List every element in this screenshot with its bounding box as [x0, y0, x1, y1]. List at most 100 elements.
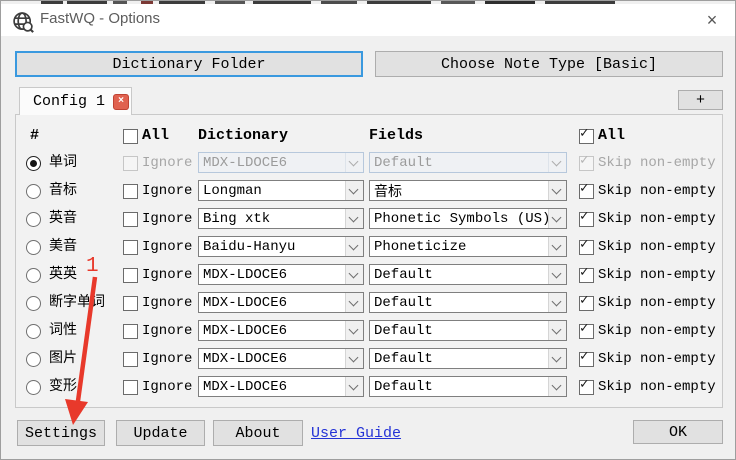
fields-select-value: 音标 — [374, 184, 402, 201]
fields-select-value: Default — [374, 322, 433, 339]
skip-checkbox[interactable] — [579, 294, 594, 311]
chevron-down-icon — [548, 209, 566, 228]
skip-checkbox[interactable] — [579, 378, 594, 395]
all-ignore-checkbox[interactable] — [123, 129, 138, 144]
chevron-down-icon — [548, 181, 566, 200]
row-radio[interactable] — [26, 156, 41, 171]
ignore-checkbox[interactable] — [123, 212, 138, 227]
row-label: 词性 — [49, 323, 77, 339]
fields-select[interactable]: Phonetic Symbols (US) — [369, 208, 567, 229]
skip-label: Skip non-empty — [598, 211, 716, 227]
ignore-checkbox[interactable] — [123, 184, 138, 199]
row-radio[interactable] — [26, 296, 41, 311]
fields-select[interactable]: Default — [369, 376, 567, 397]
dictionary-select[interactable]: Longman — [198, 180, 364, 201]
fields-select[interactable]: Default — [369, 292, 567, 313]
ignore-checkbox[interactable] — [123, 380, 138, 395]
fields-select[interactable]: Default — [369, 152, 567, 173]
chevron-down-icon — [345, 321, 363, 340]
table-row: 断字单词 Ignore MDX-LDOCE6 Default Skip non-… — [16, 289, 722, 317]
chevron-down-icon — [345, 349, 363, 368]
dictionary-select[interactable]: MDX-LDOCE6 — [198, 152, 364, 173]
tab-close-icon[interactable]: × — [113, 93, 130, 110]
user-guide-link[interactable]: User Guide — [311, 425, 401, 442]
fields-select[interactable]: 音标 — [369, 180, 567, 201]
skip-label: Skip non-empty — [598, 155, 716, 171]
skip-label: Skip non-empty — [598, 183, 716, 199]
column-header-dictionary: Dictionary — [198, 127, 289, 144]
fields-select[interactable]: Default — [369, 320, 567, 341]
ignore-checkbox[interactable] — [123, 352, 138, 367]
skip-checkbox[interactable] — [579, 322, 594, 339]
close-icon[interactable]: × — [699, 7, 725, 33]
chevron-down-icon — [345, 293, 363, 312]
row-radio[interactable] — [26, 268, 41, 283]
dictionary-select-value: MDX-LDOCE6 — [203, 322, 288, 339]
fastwq-options-window: FastWQ - Options × Dictionary Folder Cho… — [0, 0, 736, 460]
dictionary-select[interactable]: MDX-LDOCE6 — [198, 264, 364, 285]
skip-checkbox[interactable] — [579, 266, 594, 283]
fields-select[interactable]: Default — [369, 348, 567, 369]
row-radio[interactable] — [26, 184, 41, 199]
choose-note-type-button[interactable]: Choose Note Type [Basic] — [375, 51, 723, 77]
chevron-down-icon — [548, 321, 566, 340]
skip-checkbox[interactable] — [579, 238, 594, 255]
chevron-down-icon — [548, 293, 566, 312]
fields-select-value: Default — [374, 266, 433, 283]
tab-config-1[interactable]: Config 1 × — [19, 87, 132, 115]
dictionary-select[interactable]: MDX-LDOCE6 — [198, 320, 364, 341]
title-bar: FastWQ - Options × — [1, 4, 735, 36]
dictionary-select[interactable]: MDX-LDOCE6 — [198, 292, 364, 313]
skip-checkbox[interactable] — [579, 154, 594, 171]
ignore-label: Ignore — [142, 323, 193, 339]
ignore-checkbox[interactable] — [123, 240, 138, 255]
dictionary-select-value: Baidu-Hanyu — [203, 238, 296, 255]
add-config-tab-button[interactable]: + — [678, 90, 723, 110]
row-radio[interactable] — [26, 240, 41, 255]
fields-select[interactable]: Default — [369, 264, 567, 285]
skip-checkbox[interactable] — [579, 350, 594, 367]
all-skip-checkbox[interactable] — [579, 127, 594, 144]
ignore-label: Ignore — [142, 351, 193, 367]
ok-button[interactable]: OK — [633, 420, 723, 444]
chevron-down-icon — [548, 153, 566, 172]
skip-label: Skip non-empty — [598, 295, 716, 311]
ignore-checkbox[interactable] — [123, 296, 138, 311]
ignore-checkbox[interactable] — [123, 268, 138, 283]
row-radio[interactable] — [26, 324, 41, 339]
row-radio[interactable] — [26, 212, 41, 227]
dictionary-select[interactable]: Bing xtk — [198, 208, 364, 229]
row-label: 音标 — [49, 183, 77, 199]
dictionary-select[interactable]: MDX-LDOCE6 — [198, 376, 364, 397]
table-row: 音标 Ignore Longman 音标 Skip non-empty — [16, 177, 722, 205]
skip-label: Skip non-empty — [598, 351, 716, 367]
chevron-down-icon — [345, 377, 363, 396]
dictionary-select-value: MDX-LDOCE6 — [203, 378, 288, 395]
dictionary-select[interactable]: Baidu-Hanyu — [198, 236, 364, 257]
dictionary-select[interactable]: MDX-LDOCE6 — [198, 348, 364, 369]
about-button[interactable]: About — [213, 420, 303, 446]
skip-checkbox[interactable] — [579, 210, 594, 227]
ignore-checkbox[interactable] — [123, 324, 138, 339]
chevron-down-icon — [548, 377, 566, 396]
dictionary-select-value: MDX-LDOCE6 — [203, 294, 288, 311]
ignore-label: Ignore — [142, 155, 193, 171]
row-radio[interactable] — [26, 352, 41, 367]
fields-select[interactable]: Phoneticize — [369, 236, 567, 257]
fields-select-value: Phoneticize — [374, 238, 467, 255]
config-panel: # All Dictionary Fields All 单词 Ignore MD… — [15, 114, 723, 408]
skip-checkbox[interactable] — [579, 182, 594, 199]
settings-button[interactable]: Settings — [17, 420, 105, 446]
row-label: 图片 — [49, 351, 77, 367]
ignore-label: Ignore — [142, 183, 193, 199]
ignore-checkbox[interactable] — [123, 156, 138, 171]
fields-select-value: Default — [374, 154, 433, 171]
fields-select-value: Default — [374, 294, 433, 311]
dictionary-select-value: Longman — [203, 182, 262, 199]
row-radio[interactable] — [26, 380, 41, 395]
chevron-down-icon — [345, 181, 363, 200]
tab-label: Config 1 — [33, 93, 106, 110]
update-button[interactable]: Update — [116, 420, 205, 446]
skip-label: Skip non-empty — [598, 323, 716, 339]
dictionary-folder-button[interactable]: Dictionary Folder — [15, 51, 363, 77]
